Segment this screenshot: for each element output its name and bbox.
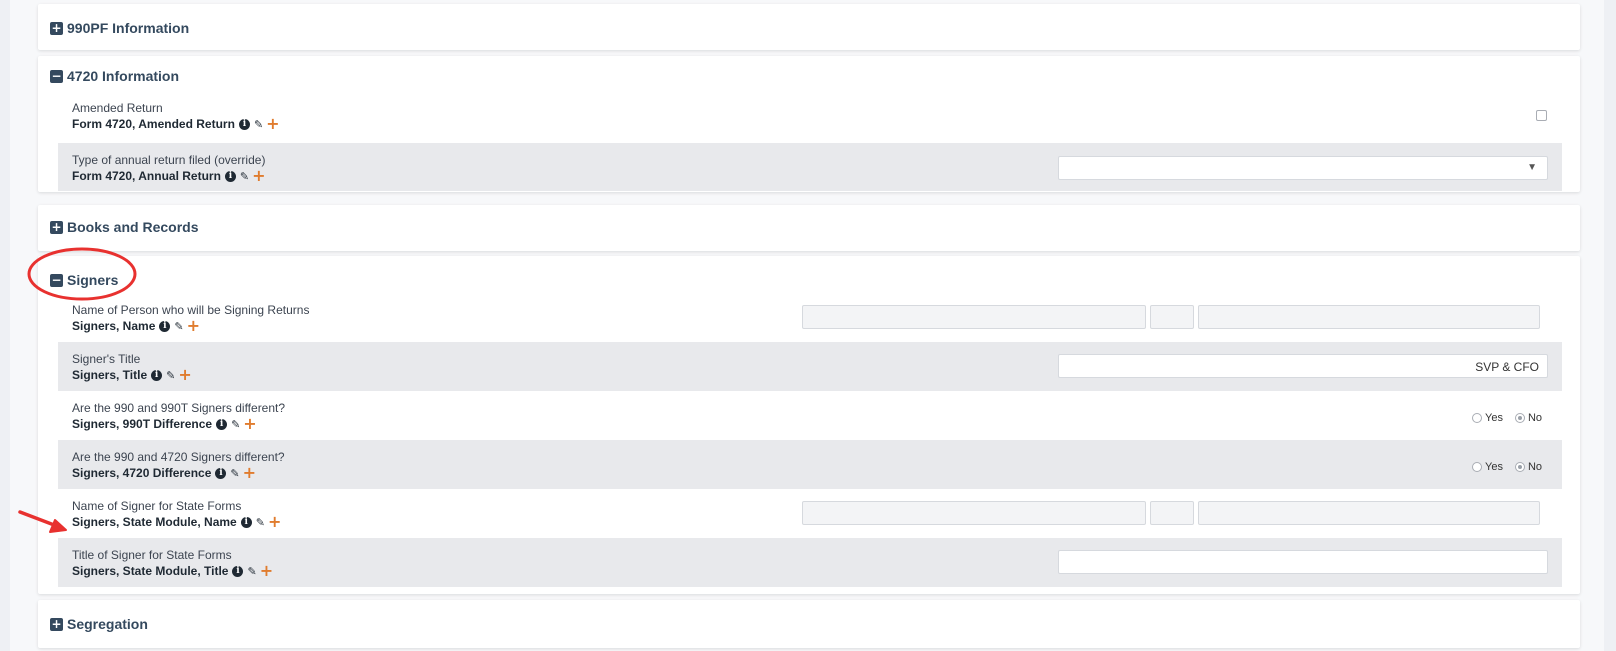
- plus-icon[interactable]: +: [178, 367, 191, 383]
- chevron-down-icon[interactable]: ▼: [1527, 162, 1537, 173]
- field-label: Name of Signer for State Forms: [72, 499, 242, 513]
- field-label: Are the 990 and 4720 Signers different?: [72, 450, 285, 464]
- section-title: 990PF Information: [67, 20, 190, 36]
- state-signer-first-name-input[interactable]: [802, 501, 1146, 525]
- field-code: Signers, Title i ✎ +: [72, 367, 192, 383]
- pencil-icon[interactable]: ✎: [247, 565, 256, 578]
- state-signer-middle-initial-input[interactable]: [1150, 501, 1194, 525]
- section-header-990pf[interactable]: + 990PF Information: [50, 18, 189, 38]
- section-header-segregation[interactable]: + Segregation: [50, 614, 148, 634]
- row-state-signer-title: Title of Signer for State Forms Signers,…: [58, 538, 1562, 587]
- row-990t-difference: Are the 990 and 990T Signers different? …: [58, 391, 1562, 440]
- field-code-text: Form 4720, Annual Return: [72, 169, 221, 183]
- field-code-text: Signers, State Module, Title: [72, 564, 229, 578]
- section-title: Signers: [67, 272, 119, 288]
- info-icon[interactable]: i: [151, 369, 163, 381]
- row-annual-return: Type of annual return filed (override) F…: [58, 143, 1562, 191]
- state-signer-last-name-input[interactable]: [1198, 501, 1540, 525]
- pencil-icon[interactable]: ✎: [174, 320, 183, 333]
- field-code: Signers, Name i ✎ +: [72, 318, 200, 334]
- field-code: Signers, State Module, Title i ✎ +: [72, 563, 273, 579]
- radio-no-label: No: [1527, 412, 1543, 424]
- plus-icon[interactable]: +: [252, 168, 265, 184]
- radio-yes[interactable]: [1472, 413, 1482, 423]
- info-icon[interactable]: i: [238, 118, 250, 130]
- field-label: Name of Person who will be Signing Retur…: [72, 303, 310, 317]
- 4720-difference-radios: Yes No: [1472, 461, 1542, 473]
- panel-books-records: + Books and Records: [38, 205, 1580, 251]
- info-icon[interactable]: i: [216, 418, 228, 430]
- plus-icon[interactable]: +: [266, 116, 279, 132]
- expand-icon[interactable]: +: [50, 220, 63, 234]
- pencil-icon[interactable]: ✎: [231, 418, 240, 431]
- info-icon[interactable]: i: [215, 467, 227, 479]
- field-code: Form 4720, Annual Return i ✎ +: [72, 168, 266, 184]
- expand-icon[interactable]: +: [50, 21, 63, 35]
- field-label: Are the 990 and 990T Signers different?: [72, 401, 286, 415]
- info-icon[interactable]: i: [159, 320, 171, 332]
- collapse-icon[interactable]: −: [50, 69, 63, 83]
- signer-title-input[interactable]: SVP & CFO: [1058, 354, 1548, 378]
- radio-yes[interactable]: [1472, 462, 1482, 472]
- signer-last-name-input[interactable]: [1198, 305, 1540, 329]
- section-title: Books and Records: [67, 219, 199, 235]
- field-code-text: Form 4720, Amended Return: [72, 117, 235, 131]
- pencil-icon[interactable]: ✎: [240, 170, 249, 183]
- info-icon[interactable]: i: [240, 516, 252, 528]
- plus-icon[interactable]: +: [243, 465, 256, 481]
- input-value: SVP & CFO: [1475, 360, 1539, 374]
- signer-middle-initial-input[interactable]: [1150, 305, 1194, 329]
- plus-icon[interactable]: +: [260, 563, 273, 579]
- pencil-icon[interactable]: ✎: [254, 118, 263, 131]
- signer-first-name-input[interactable]: [802, 305, 1146, 329]
- row-state-signer-name: Name of Signer for State Forms Signers, …: [58, 489, 1562, 538]
- section-title: Segregation: [67, 616, 148, 632]
- radio-no[interactable]: [1514, 413, 1525, 423]
- field-label: Type of annual return filed (override): [72, 153, 266, 167]
- pencil-icon[interactable]: ✎: [256, 516, 265, 529]
- field-code-text: Signers, 990T Difference: [72, 417, 213, 431]
- plus-icon[interactable]: +: [187, 318, 200, 334]
- field-code-text: Signers, Name: [72, 319, 156, 333]
- radio-no[interactable]: [1514, 462, 1525, 472]
- section-header-4720[interactable]: − 4720 Information: [50, 66, 179, 86]
- panel-990pf: + 990PF Information: [38, 4, 1580, 50]
- info-icon[interactable]: i: [232, 565, 244, 577]
- row-amended-return: Amended Return Form 4720, Amended Return…: [58, 92, 1562, 138]
- plus-icon[interactable]: +: [268, 514, 281, 530]
- 990t-difference-radios: Yes No: [1472, 412, 1542, 424]
- field-code-text: Signers, State Module, Name: [72, 515, 237, 529]
- state-signer-title-input[interactable]: [1058, 550, 1548, 574]
- pencil-icon[interactable]: ✎: [166, 369, 175, 382]
- field-code: Signers, 990T Difference i ✎ +: [72, 416, 257, 432]
- field-label: Title of Signer for State Forms: [72, 548, 232, 562]
- pencil-icon[interactable]: ✎: [230, 467, 239, 480]
- field-code: Signers, State Module, Name i ✎ +: [72, 514, 281, 530]
- radio-yes-label: Yes: [1485, 412, 1503, 424]
- collapse-icon[interactable]: −: [50, 273, 63, 287]
- info-icon[interactable]: i: [224, 170, 236, 182]
- radio-no-label: No: [1527, 461, 1543, 473]
- radio-yes-label: Yes: [1485, 461, 1503, 473]
- field-code: Form 4720, Amended Return i ✎ +: [72, 116, 280, 132]
- annual-return-select[interactable]: ▼: [1058, 156, 1548, 180]
- amended-return-checkbox[interactable]: [1536, 110, 1547, 121]
- panel-segregation: + Segregation: [38, 600, 1580, 648]
- section-title: 4720 Information: [67, 68, 180, 84]
- row-4720-difference: Are the 990 and 4720 Signers different? …: [58, 440, 1562, 489]
- row-signer-title: Signer's Title Signers, Title i ✎ + SVP …: [58, 342, 1562, 391]
- plus-icon[interactable]: +: [243, 416, 256, 432]
- field-code-text: Signers, Title: [72, 368, 148, 382]
- field-code-text: Signers, 4720 Difference: [72, 466, 212, 480]
- field-code: Signers, 4720 Difference i ✎ +: [72, 465, 256, 481]
- section-header-signers[interactable]: − Signers: [50, 270, 118, 290]
- row-signer-name: Name of Person who will be Signing Retur…: [58, 293, 1562, 341]
- field-label: Signer's Title: [72, 352, 141, 366]
- section-header-books[interactable]: + Books and Records: [50, 217, 198, 237]
- field-label: Amended Return: [72, 101, 163, 115]
- expand-icon[interactable]: +: [50, 617, 63, 631]
